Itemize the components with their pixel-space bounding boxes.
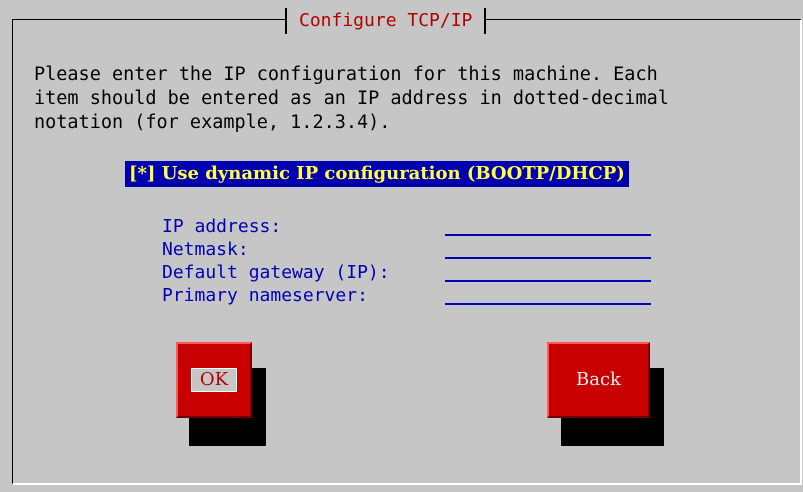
ip-address-label: IP address: — [162, 216, 282, 237]
back-button-label: Back — [576, 369, 621, 390]
gateway-label: Default gateway (IP): — [162, 262, 390, 283]
dhcp-checkbox[interactable]: [*] Use dynamic IP configuration (BOOTP/… — [125, 161, 629, 187]
ip-address-field[interactable] — [445, 222, 651, 236]
back-button[interactable]: Back — [547, 342, 650, 418]
ok-button-label: OK — [190, 368, 238, 392]
nameserver-label: Primary nameserver: — [162, 285, 368, 306]
dialog-title: Configure TCP/IP — [285, 8, 487, 34]
instructions-text: Please enter the IP configuration for th… — [34, 64, 669, 133]
netmask-label: Netmask: — [162, 239, 249, 260]
netmask-field[interactable] — [445, 245, 651, 259]
gateway-field[interactable] — [445, 268, 651, 282]
ok-button[interactable]: OK — [176, 342, 252, 418]
nameserver-field[interactable] — [445, 291, 651, 305]
